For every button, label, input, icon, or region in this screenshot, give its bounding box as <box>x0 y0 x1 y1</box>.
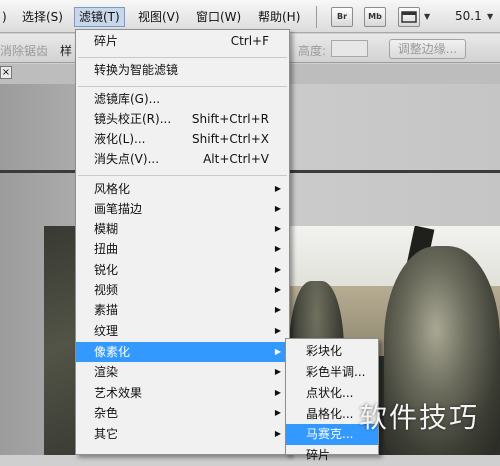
menu-edit-partial[interactable]: ) <box>2 8 7 26</box>
menu-item-label: 其它 <box>94 427 119 441</box>
shortcut-label: Shift+Ctrl+X <box>192 132 269 146</box>
menu-item-lens-correction[interactable]: 镜头校正(R)... Shift+Ctrl+R <box>76 109 289 129</box>
menu-select[interactable]: 选择(S) <box>22 8 63 26</box>
menu-item-other[interactable]: 其它 ▶ <box>76 424 289 444</box>
submenu-item-color-halftone-block[interactable]: 彩块化 <box>286 341 378 362</box>
menu-item-brush-strokes[interactable]: 画笔描边 ▶ <box>76 199 289 219</box>
menu-item-artistic[interactable]: 艺术效果 ▶ <box>76 383 289 403</box>
menu-item-label: 风格化 <box>94 182 131 196</box>
height-input[interactable] <box>331 40 368 57</box>
menu-item-label: 渲染 <box>94 365 119 379</box>
menu-item-label: 扭曲 <box>94 242 119 256</box>
menu-item-label: 艺术效果 <box>94 386 143 400</box>
menu-item-label: 锐化 <box>94 263 119 277</box>
menu-item-filter-gallery[interactable]: 滤镜库(G)... <box>76 89 289 109</box>
menu-item-label: 画笔描边 <box>94 202 143 216</box>
menu-item-sketch[interactable]: 素描 ▶ <box>76 300 289 320</box>
menu-item-label: 像素化 <box>94 345 131 359</box>
menu-item-label: 转换为智能滤镜 <box>94 63 179 77</box>
submenu-arrow-icon: ▶ <box>274 285 281 294</box>
menu-separator <box>78 57 287 58</box>
menu-item-last-filter[interactable]: 碎片 Ctrl+F <box>76 31 289 51</box>
refine-edge-button[interactable]: 调整边缘... <box>389 39 466 59</box>
shortcut-label: Alt+Ctrl+V <box>203 152 269 166</box>
menu-item-distort[interactable]: 扭曲 ▶ <box>76 239 289 259</box>
zoom-level[interactable]: 50.1 <box>455 9 482 23</box>
menu-item-convert-smart-filter[interactable]: 转换为智能滤镜 <box>76 60 289 80</box>
menu-item-liquify[interactable]: 液化(L)... Shift+Ctrl+X <box>76 129 289 149</box>
menu-item-label: 视频 <box>94 283 119 297</box>
chevron-down-icon[interactable]: ▼ <box>487 12 493 21</box>
menu-item-blur[interactable]: 模糊 ▶ <box>76 219 289 239</box>
submenu-arrow-icon: ▶ <box>274 265 281 274</box>
menu-item-vanishing-point[interactable]: 消失点(V)... Alt+Ctrl+V <box>76 149 289 169</box>
watermark-text: 软件技巧 <box>359 401 480 434</box>
menu-filter[interactable]: 滤镜(T) <box>74 7 125 27</box>
shortcut-label: Ctrl+F <box>230 34 269 48</box>
menu-item-label: 液化(L)... <box>94 132 146 146</box>
menu-item-sharpen[interactable]: 锐化 ▶ <box>76 260 289 280</box>
submenu-arrow-icon: ▶ <box>274 429 281 438</box>
menu-item-video[interactable]: 视频 ▶ <box>76 280 289 300</box>
minibridge-icon[interactable]: Mb <box>364 7 386 27</box>
shortcut-label: Shift+Ctrl+R <box>191 112 269 126</box>
menu-item-label: 纹理 <box>94 324 119 338</box>
bridge-icon[interactable]: Br <box>331 7 353 27</box>
submenu-arrow-icon: ▶ <box>274 326 281 335</box>
chevron-down-icon[interactable]: ▼ <box>424 12 430 21</box>
menu-item-label: 滤镜库(G)... <box>94 92 161 106</box>
style-label: 样 <box>60 44 73 58</box>
menu-separator <box>78 175 287 176</box>
submenu-item-fragment[interactable]: 碎片 <box>286 445 378 466</box>
menu-item-noise[interactable]: 杂色 ▶ <box>76 403 289 423</box>
anti-alias-label[interactable]: 消除锯齿 <box>0 42 48 59</box>
height-label: 高度: <box>298 44 327 58</box>
close-icon[interactable]: × <box>0 66 12 79</box>
submenu-arrow-icon: ▶ <box>274 408 281 417</box>
submenu-arrow-icon: ▶ <box>274 305 281 314</box>
submenu-arrow-icon: ▶ <box>274 224 281 233</box>
menu-help[interactable]: 帮助(H) <box>258 8 300 26</box>
submenu-item-color-halftone[interactable]: 彩色半调... <box>286 362 378 383</box>
menu-view[interactable]: 视图(V) <box>138 8 180 26</box>
submenu-arrow-icon: ▶ <box>274 184 281 193</box>
submenu-arrow-icon: ▶ <box>274 204 281 213</box>
menu-item-label: 碎片 <box>94 34 119 48</box>
submenu-arrow-icon: ▶ <box>274 367 281 376</box>
screen-mode-icon[interactable] <box>398 7 420 27</box>
menu-item-stylize[interactable]: 风格化 ▶ <box>76 179 289 199</box>
submenu-arrow-icon: ▶ <box>274 388 281 397</box>
menu-item-label: 模糊 <box>94 222 119 236</box>
filter-menu-dropdown: 碎片 Ctrl+F 转换为智能滤镜 滤镜库(G)... 镜头校正(R)... S… <box>75 29 290 455</box>
menu-separator <box>78 86 287 87</box>
submenu-arrow-icon: ▶ <box>274 347 281 356</box>
menu-item-label: 消失点(V)... <box>94 152 160 166</box>
menubar-divider <box>316 6 317 28</box>
menu-item-texture[interactable]: 纹理 ▶ <box>76 321 289 341</box>
menu-item-pixelate[interactable]: 像素化 ▶ <box>76 342 289 362</box>
menu-item-label: 素描 <box>94 303 119 317</box>
menu-item-render[interactable]: 渲染 ▶ <box>76 362 289 382</box>
menu-item-label: 镜头校正(R)... <box>94 112 172 126</box>
menu-item-label: 杂色 <box>94 406 119 420</box>
menu-window[interactable]: 窗口(W) <box>196 8 241 26</box>
submenu-arrow-icon: ▶ <box>274 244 281 253</box>
